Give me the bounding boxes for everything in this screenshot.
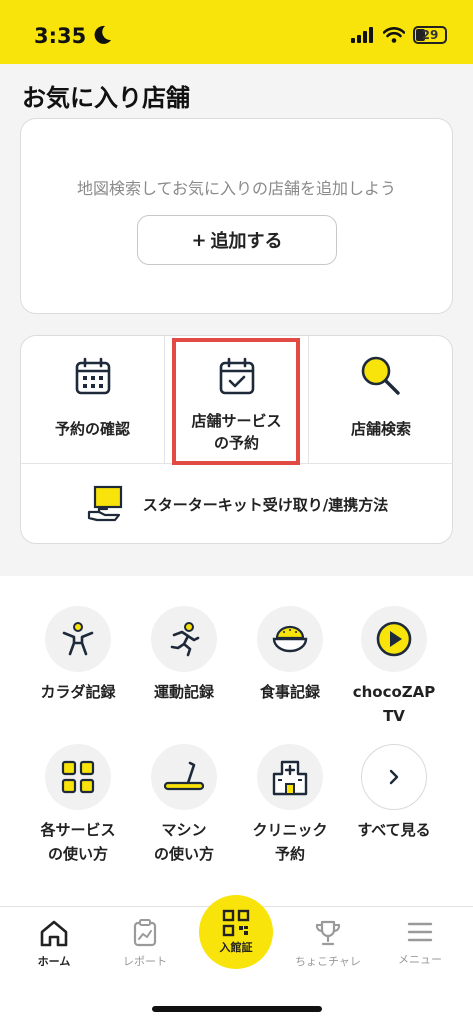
- tab-menu[interactable]: メニュー: [380, 919, 460, 967]
- starter-kit-button[interactable]: スターターキット受け取り/連携方法: [21, 464, 454, 544]
- hamburger-menu-icon: [407, 922, 433, 942]
- favorites-card: 地図検索してお気に入りの店舗を追加しよう + 追加する: [20, 118, 453, 314]
- clipboard-chart-icon: [133, 919, 157, 947]
- wifi-icon: [383, 27, 405, 43]
- tab-report-label: レポート: [123, 955, 167, 968]
- battery-level: 29: [421, 28, 439, 42]
- entry-pass-button[interactable]: 入館証: [199, 895, 273, 969]
- hand-box-icon: [87, 485, 122, 522]
- signal-icon: [351, 27, 373, 43]
- search-icon: [361, 356, 400, 395]
- treadmill-icon: [164, 761, 204, 791]
- machine-guide-label: マシン の使い方: [153, 821, 214, 863]
- clinic-reservation-label: クリニック 予約: [252, 821, 328, 863]
- home-icon: [40, 920, 68, 947]
- status-bar: 3:35 29: [0, 0, 473, 64]
- body-icon: [62, 622, 94, 656]
- reservation-check-label: 予約の確認: [54, 420, 130, 438]
- clinic-reservation-button[interactable]: クリニック 予約: [237, 744, 343, 866]
- home-indicator: [152, 1006, 322, 1012]
- see-all-label: すべて見る: [357, 821, 431, 839]
- reservation-check-button[interactable]: 予約の確認: [21, 336, 165, 464]
- running-icon: [170, 622, 200, 657]
- tab-challenge[interactable]: ちょこチャレ: [288, 919, 368, 969]
- chevron-right-icon: [389, 769, 399, 785]
- qr-code-icon: [222, 909, 250, 937]
- chocozap-tv-button[interactable]: chocoZAP TV: [341, 606, 447, 728]
- favorites-hint: 地図検索してお気に入りの店舗を追加しよう: [76, 179, 397, 198]
- see-all-button[interactable]: すべて見る: [341, 744, 447, 842]
- status-time: 3:35: [34, 24, 87, 48]
- starter-kit-label: スターターキット受け取り/連携方法: [142, 495, 389, 514]
- tab-home[interactable]: ホーム: [14, 919, 94, 969]
- tab-report[interactable]: レポート: [105, 919, 185, 969]
- grid-icon: [61, 760, 95, 794]
- exercise-record-button[interactable]: 運動記録: [131, 606, 237, 704]
- highlight-box: [172, 338, 300, 465]
- trophy-icon: [315, 920, 341, 946]
- store-search-button[interactable]: 店舗検索: [309, 336, 453, 464]
- meal-record-label: 食事記録: [259, 683, 320, 701]
- calendar-grid-icon: [75, 357, 110, 395]
- battery-icon: 29: [413, 26, 447, 44]
- tab-challenge-label: ちょこチャレ: [295, 955, 361, 968]
- service-guide-label: 各サービス の使い方: [40, 821, 116, 863]
- favorites-title: お気に入り店舗: [22, 84, 190, 112]
- meal-record-button[interactable]: 食事記録: [237, 606, 343, 704]
- add-favorite-label: 追加する: [210, 231, 283, 252]
- body-record-button[interactable]: カラダ記録: [25, 606, 131, 704]
- store-search-label: 店舗検索: [350, 420, 411, 438]
- status-icons: 29: [351, 26, 447, 44]
- play-icon: [376, 621, 412, 657]
- tab-menu-label: メニュー: [398, 953, 442, 966]
- moon-icon: [94, 25, 111, 44]
- machine-guide-button[interactable]: マシン の使い方: [131, 744, 237, 866]
- add-favorite-button[interactable]: + 追加する: [137, 215, 337, 265]
- entry-pass-label: 入館証: [219, 941, 253, 954]
- exercise-record-label: 運動記録: [153, 683, 214, 701]
- body-record-label: カラダ記録: [40, 683, 116, 701]
- chocozap-tv-label: chocoZAP TV: [352, 683, 436, 725]
- tab-home-label: ホーム: [37, 955, 71, 968]
- rice-bowl-icon: [272, 625, 308, 653]
- clinic-icon: [272, 760, 308, 796]
- plus-icon: +: [191, 229, 207, 251]
- service-guide-button[interactable]: 各サービス の使い方: [25, 744, 131, 866]
